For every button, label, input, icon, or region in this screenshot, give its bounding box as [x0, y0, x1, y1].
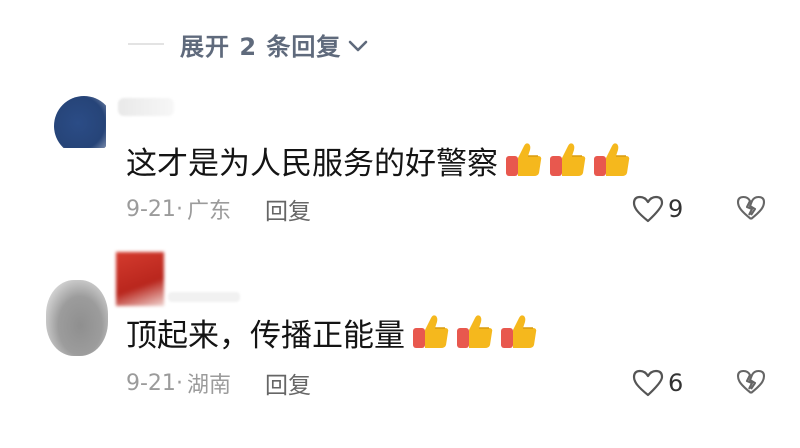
- broken-heart-icon: [736, 195, 766, 220]
- comment-date: 9-21: [126, 370, 176, 396]
- thumbs-up-icon: [457, 315, 493, 348]
- comment-date: 9-21: [126, 196, 176, 222]
- avatar[interactable]: [48, 96, 106, 148]
- heart-icon: [632, 195, 664, 223]
- username-blurred[interactable]: [118, 98, 174, 116]
- comment-location: 广东: [186, 199, 231, 224]
- comment-text: 顶起来，传播正能量: [126, 306, 543, 358]
- like-button[interactable]: 9: [632, 192, 683, 226]
- thumbs-up-icon: [501, 315, 537, 348]
- comment-meta: 9-21 · 广东 回复: [126, 190, 311, 228]
- like-button[interactable]: 6: [632, 366, 683, 400]
- avatar[interactable]: [46, 280, 108, 356]
- chevron-down-icon: [349, 40, 368, 51]
- user-badge-blurred[interactable]: [116, 252, 164, 306]
- reply-button[interactable]: 回复: [265, 192, 311, 226]
- thumbs-up-icon: [550, 143, 586, 176]
- thumbs-up-icon: [506, 143, 542, 176]
- broken-heart-icon: [736, 369, 766, 394]
- comment-meta: 9-21 · 湖南 回复: [126, 364, 311, 402]
- divider-line: [128, 43, 164, 45]
- meta-separator: ·: [175, 196, 183, 222]
- like-count: 9: [668, 195, 684, 223]
- heart-icon: [632, 369, 664, 397]
- dislike-button[interactable]: [736, 368, 766, 400]
- dislike-button[interactable]: [736, 194, 766, 226]
- like-count: 6: [668, 369, 684, 397]
- comment-body: 顶起来，传播正能量: [126, 317, 405, 354]
- emoji-group: [504, 140, 636, 180]
- comment-body: 这才是为人民服务的好警察: [126, 145, 498, 182]
- username-blurred[interactable]: [168, 292, 240, 302]
- thumbs-up-icon: [413, 315, 449, 348]
- expand-replies-label: 展开 2 条回复: [180, 32, 342, 61]
- expand-replies-button[interactable]: 展开 2 条回复: [128, 24, 369, 64]
- meta-separator: ·: [175, 370, 183, 396]
- reply-button[interactable]: 回复: [265, 366, 311, 400]
- comment-text: 这才是为人民服务的好警察: [126, 134, 636, 186]
- thumbs-up-icon: [594, 143, 630, 176]
- emoji-group: [411, 312, 543, 352]
- comment-location: 湖南: [186, 373, 231, 398]
